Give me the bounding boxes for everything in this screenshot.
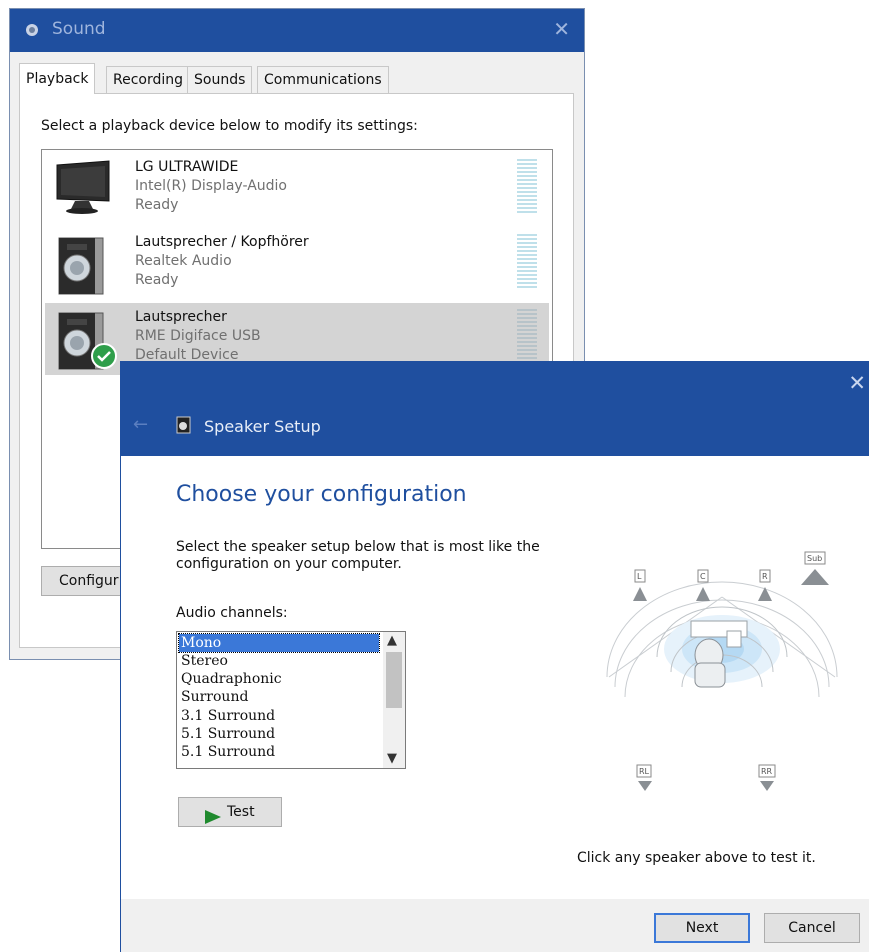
speaker-right-icon: R xyxy=(758,569,772,601)
play-icon xyxy=(205,806,221,834)
page-heading: Choose your configuration xyxy=(176,482,467,507)
speaker-setup-app-icon xyxy=(176,416,192,438)
speaker-rear-right-icon: RR xyxy=(758,764,776,791)
device-driver: Realtek Audio xyxy=(135,253,232,269)
sound-titlebar[interactable]: Sound ✕ xyxy=(10,9,584,52)
back-arrow-icon[interactable]: ← xyxy=(133,414,148,435)
channel-option-3-1-surround[interactable]: 3.1 Surround xyxy=(179,707,379,725)
close-icon[interactable]: ✕ xyxy=(848,371,866,395)
speaker-setup-title: Speaker Setup xyxy=(204,417,321,436)
svg-text:RL: RL xyxy=(639,767,650,776)
tab-sounds[interactable]: Sounds xyxy=(187,66,253,93)
level-meter xyxy=(517,309,537,365)
device-driver: Intel(R) Display-Audio xyxy=(135,178,287,194)
device-status: Ready xyxy=(135,272,179,288)
channel-option-quadraphonic[interactable]: Quadraphonic xyxy=(179,670,379,688)
test-button-label: Test xyxy=(227,804,255,820)
svg-text:Sub: Sub xyxy=(807,554,822,563)
channel-option-mono[interactable]: Mono xyxy=(178,633,380,653)
channel-option-stereo[interactable]: Stereo xyxy=(179,652,379,670)
dialog-footer: Next Cancel xyxy=(121,899,869,952)
level-meter xyxy=(517,159,537,215)
close-icon[interactable]: ✕ xyxy=(553,17,570,41)
speaker-left-icon: L xyxy=(633,569,647,601)
device-name: Lautsprecher / Kopfhörer xyxy=(135,234,309,250)
playback-instruction: Select a playback device below to modify… xyxy=(41,118,418,134)
tab-communications[interactable]: Communications xyxy=(257,66,389,93)
svg-text:R: R xyxy=(762,572,768,581)
speaker-center-icon: C xyxy=(696,569,710,601)
default-check-icon xyxy=(91,343,117,373)
listbox-scrollbar[interactable]: ▲ ▼ xyxy=(383,632,405,768)
subwoofer-icon: Sub xyxy=(801,551,829,585)
device-name: LG ULTRAWIDE xyxy=(135,159,239,175)
cancel-button[interactable]: Cancel xyxy=(764,913,860,943)
speaker-test-hint: Click any speaker above to test it. xyxy=(577,850,816,866)
device-status: Ready xyxy=(135,197,179,213)
tab-playback[interactable]: Playback xyxy=(19,63,96,94)
scroll-thumb[interactable] xyxy=(386,652,402,708)
speaker-setup-window: ✕ ← Speaker Setup Choose your configurat… xyxy=(120,361,869,952)
level-meter xyxy=(517,234,537,290)
audio-channels-label: Audio channels: xyxy=(176,605,288,621)
sound-app-icon xyxy=(24,22,40,42)
chevron-down-icon[interactable]: ▼ xyxy=(387,751,397,766)
audio-channels-listbox[interactable]: Mono Stereo Quadraphonic Surround 3.1 Su… xyxy=(176,631,406,769)
svg-text:L: L xyxy=(637,572,642,581)
monitor-icon xyxy=(53,159,115,221)
channel-option-surround[interactable]: Surround xyxy=(179,688,379,706)
sound-window-title: Sound xyxy=(52,19,106,39)
device-name: Lautsprecher xyxy=(135,309,227,325)
tab-recording[interactable]: Recording xyxy=(106,66,191,93)
channel-option-5-1-surround-alt[interactable]: 5.1 Surround xyxy=(179,743,379,761)
svg-text:RR: RR xyxy=(761,767,773,776)
svg-text:C: C xyxy=(700,572,706,581)
speaker-setup-titlebar[interactable]: ✕ ← Speaker Setup xyxy=(121,361,869,456)
speaker-rear-left-icon: RL xyxy=(636,764,652,791)
channel-option-5-1-surround[interactable]: 5.1 Surround xyxy=(179,725,379,743)
speaker-diagram[interactable]: L C R Sub RL RR xyxy=(587,537,851,807)
device-item-lg-ultrawide[interactable]: LG ULTRAWIDE Intel(R) Display-Audio Read… xyxy=(45,153,549,225)
chevron-up-icon[interactable]: ▲ xyxy=(387,633,397,648)
device-driver: RME Digiface USB xyxy=(135,328,261,344)
setup-description: Select the speaker setup below that is m… xyxy=(176,539,540,572)
device-item-lautsprecher-kopfhoerer[interactable]: Lautsprecher / Kopfhörer Realtek Audio R… xyxy=(45,228,549,300)
next-button[interactable]: Next xyxy=(654,913,750,943)
speaker-icon xyxy=(53,234,115,296)
test-button[interactable]: Test xyxy=(178,797,282,827)
